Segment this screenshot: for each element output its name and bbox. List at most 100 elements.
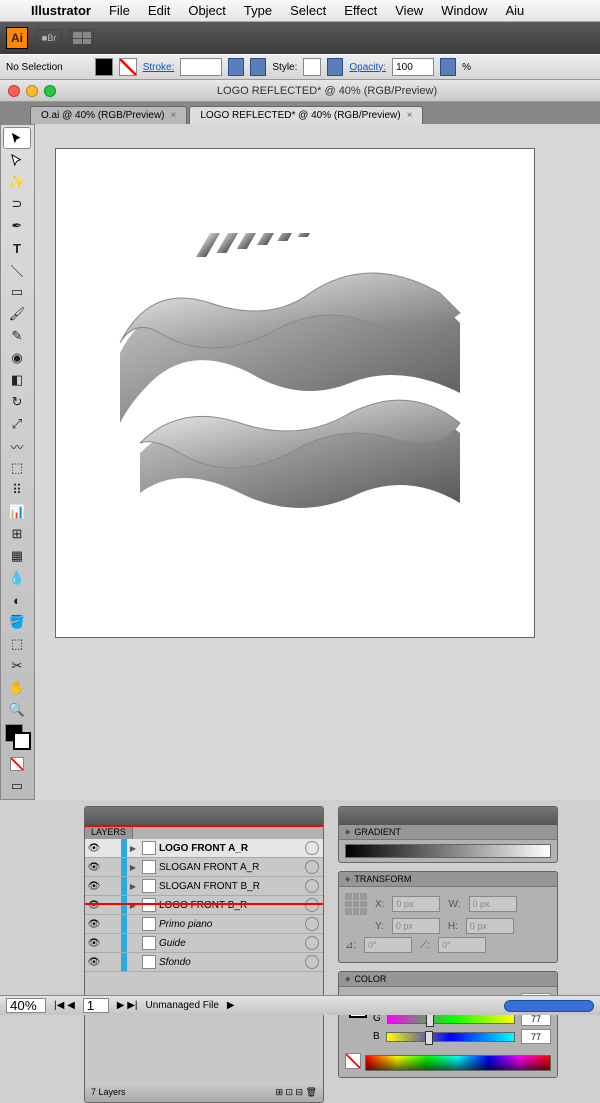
style-dropdown[interactable] <box>327 58 343 76</box>
layers-tab[interactable]: LAYERS <box>85 825 133 839</box>
zoom-tool[interactable]: 🔍 <box>3 699 31 721</box>
menu-view[interactable]: View <box>386 3 432 18</box>
rotate-tool[interactable]: ↻ <box>3 391 31 413</box>
x-field[interactable] <box>392 896 440 912</box>
fill-swatch[interactable] <box>95 58 113 76</box>
layer-row[interactable]: 👁▶LOGO FRONT B_R <box>85 896 323 915</box>
shear-field[interactable] <box>438 937 486 953</box>
panel-drag-bar[interactable] <box>85 807 323 825</box>
arrange-documents-button[interactable] <box>70 29 94 47</box>
window-close[interactable] <box>8 85 20 97</box>
crop-tool[interactable]: ⬚ <box>3 633 31 655</box>
paintbrush-tool[interactable]: 🖌 <box>3 303 31 325</box>
blob-brush-tool[interactable]: ◉ <box>3 347 31 369</box>
window-minimize[interactable] <box>26 85 38 97</box>
bridge-button[interactable]: ■Br <box>36 29 62 47</box>
stroke-swatch[interactable] <box>119 58 137 76</box>
tab-document-2[interactable]: LOGO REFLECTED* @ 40% (RGB/Preview)× <box>189 106 423 124</box>
menu-file[interactable]: File <box>100 3 139 18</box>
b-slider[interactable] <box>386 1032 515 1042</box>
menu-select[interactable]: Select <box>281 3 335 18</box>
direct-selection-tool[interactable] <box>3 149 31 171</box>
mesh-tool[interactable]: ⊞ <box>3 523 31 545</box>
gradient-section-title[interactable]: GRADIENT <box>339 825 557 840</box>
magic-wand-tool[interactable]: ✨ <box>3 171 31 193</box>
symbol-sprayer-tool[interactable]: ⠿ <box>3 479 31 501</box>
brush-dropdown[interactable] <box>250 58 266 76</box>
lasso-tool[interactable]: ⊃ <box>3 193 31 215</box>
app-menu[interactable]: Illustrator <box>22 3 100 18</box>
warp-tool[interactable]: 〰 <box>3 435 31 457</box>
panel-drag-bar[interactable] <box>339 807 557 825</box>
status-bar: |◀ ◀ ▶ ▶| Unmanaged File ▶ <box>0 995 600 1015</box>
status-mode[interactable]: Unmanaged File <box>146 1000 219 1011</box>
canvas-area[interactable] <box>35 124 600 800</box>
gradient-tool[interactable]: ▦ <box>3 545 31 567</box>
rectangle-tool[interactable]: ▭ <box>3 281 31 303</box>
layer-row[interactable]: 👁Primo piano <box>85 915 323 934</box>
layer-row[interactable]: 👁Guide <box>85 934 323 953</box>
rotate-field[interactable] <box>364 937 412 953</box>
free-transform-tool[interactable]: ⬚ <box>3 457 31 479</box>
gradient-preview[interactable] <box>345 844 551 858</box>
transform-section-title[interactable]: TRANSFORM <box>339 872 557 887</box>
screen-mode-toggle[interactable]: ▭ <box>3 775 31 797</box>
b-field[interactable] <box>521 1029 551 1044</box>
artboard-nav[interactable]: |◀ ◀ <box>54 1000 75 1011</box>
stroke-dropdown[interactable] <box>228 58 244 76</box>
blend-tool[interactable]: ◐ <box>3 589 31 611</box>
fill-stroke-control[interactable] <box>5 724 31 750</box>
style-swatch[interactable] <box>303 58 321 76</box>
layers-buttons[interactable]: ⊞ ⊡ ⊟ 🗑 <box>275 1087 317 1098</box>
zoom-field[interactable] <box>6 998 46 1013</box>
graph-tool[interactable]: 📊 <box>3 501 31 523</box>
menu-window[interactable]: Window <box>432 3 496 18</box>
y-field[interactable] <box>392 918 440 934</box>
w-field[interactable] <box>469 896 517 912</box>
opacity-field[interactable] <box>392 58 434 76</box>
opacity-dropdown[interactable] <box>440 58 456 76</box>
slice-tool[interactable]: ✂ <box>3 655 31 677</box>
stroke-weight-field[interactable] <box>180 58 222 76</box>
color-section-title[interactable]: COLOR <box>339 972 557 987</box>
document-tabs: O.ai @ 40% (RGB/Preview)× LOGO REFLECTED… <box>0 102 600 124</box>
window-zoom[interactable] <box>44 85 56 97</box>
line-tool[interactable]: ＼ <box>3 259 31 281</box>
artboard[interactable] <box>55 148 535 638</box>
color-mode-toggle[interactable] <box>3 753 31 775</box>
none-swatch[interactable] <box>345 1053 361 1069</box>
tab-document-1[interactable]: O.ai @ 40% (RGB/Preview)× <box>30 106 187 124</box>
artboard-nav[interactable]: ▶ ▶| <box>117 1000 138 1011</box>
menu-type[interactable]: Type <box>235 3 281 18</box>
opacity-link[interactable]: Opacity: <box>349 62 386 73</box>
hand-tool[interactable]: ✋ <box>3 677 31 699</box>
horizontal-scrollbar[interactable] <box>504 1000 594 1012</box>
menu-effect[interactable]: Effect <box>335 3 386 18</box>
type-tool[interactable]: T <box>3 237 31 259</box>
macos-menubar: Illustrator File Edit Object Type Select… <box>0 0 600 22</box>
selection-label: No Selection <box>6 62 63 73</box>
menu-object[interactable]: Object <box>179 3 235 18</box>
artboard-field[interactable] <box>83 998 109 1013</box>
layer-row[interactable]: 👁▶SLOGAN FRONT A_R <box>85 858 323 877</box>
g-slider[interactable] <box>387 1014 515 1024</box>
scale-tool[interactable]: ⤢ <box>3 413 31 435</box>
reference-point[interactable] <box>345 893 367 915</box>
stroke-link[interactable]: Stroke: <box>143 62 175 73</box>
pencil-tool[interactable]: ✎ <box>3 325 31 347</box>
h-field[interactable] <box>466 918 514 934</box>
menu-edit[interactable]: Edit <box>139 3 179 18</box>
visibility-icon: 👁 <box>85 881 103 892</box>
layer-row[interactable]: 👁▶LOGO FRONT A_R <box>85 839 323 858</box>
selection-tool[interactable] <box>3 127 31 149</box>
layer-row[interactable]: 👁Sfondo <box>85 953 323 972</box>
menu-help[interactable]: Aiu <box>496 3 533 18</box>
layer-row[interactable]: 👁▶SLOGAN FRONT B_R <box>85 877 323 896</box>
spectrum-picker[interactable] <box>365 1055 551 1071</box>
live-paint-tool[interactable]: 🪣 <box>3 611 31 633</box>
eyedropper-tool[interactable]: 💧 <box>3 567 31 589</box>
eraser-tool[interactable]: ◧ <box>3 369 31 391</box>
artwork-logo[interactable] <box>110 233 480 553</box>
pen-tool[interactable]: ✒ <box>3 215 31 237</box>
tools-panel: ✨ ⊃ ✒ T ＼ ▭ 🖌 ✎ ◉ ◧ ↻ ⤢ 〰 ⬚ ⠿ 📊 ⊞ ▦ 💧 ◐ … <box>0 124 35 800</box>
